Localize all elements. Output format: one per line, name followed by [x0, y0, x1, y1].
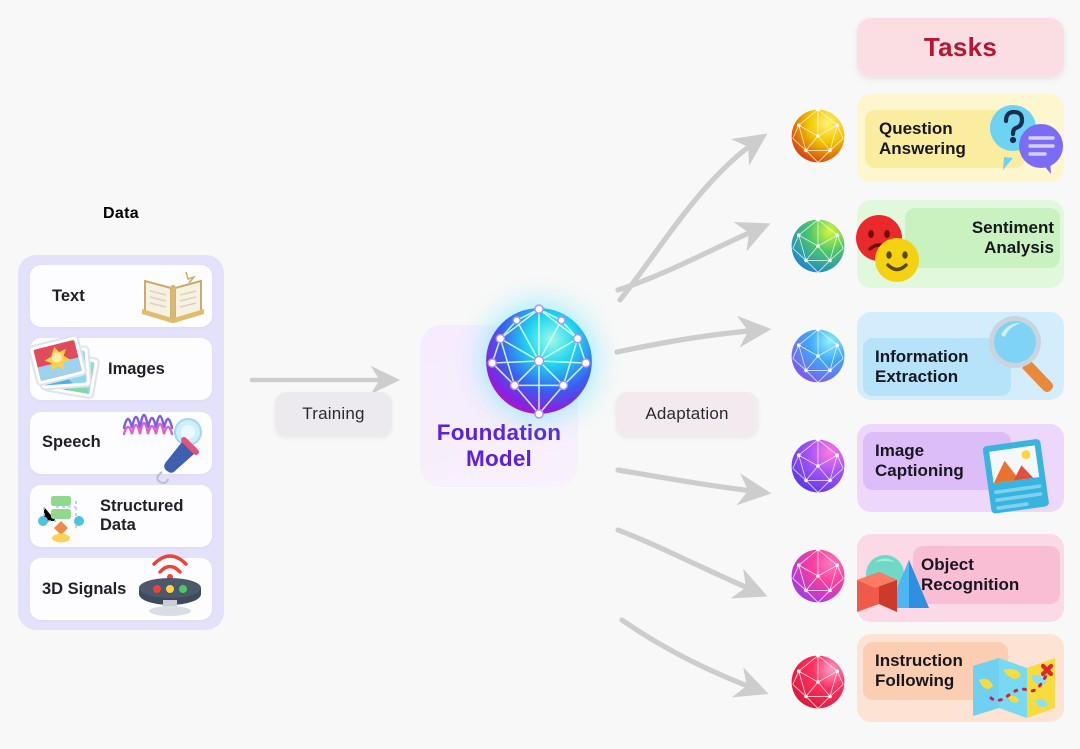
task-card-object-recognition[interactable]: Object Recognition — [857, 534, 1064, 622]
folded-map-icon — [969, 650, 1063, 731]
arrow-to-question-answering — [617, 133, 768, 303]
flowchart-icon — [36, 491, 88, 548]
sphere-icon-information-extraction — [791, 327, 845, 383]
task-label: Image Captioning — [875, 440, 964, 480]
foundation-model-label: Foundation Model — [436, 420, 562, 471]
emoji-faces-icon — [845, 208, 929, 293]
task-card-information-extraction[interactable]: Information Extraction — [857, 312, 1064, 400]
data-item-images[interactable]: Images — [28, 335, 212, 401]
data-item-label: 3D Signals — [42, 579, 127, 598]
adaptation-label-text: Adaptation — [645, 404, 729, 423]
sphere-icon-object-recognition — [791, 547, 845, 603]
arrow-to-object-recognition — [615, 527, 768, 599]
task-card-image-captioning[interactable]: Image Captioning — [857, 424, 1064, 514]
speech-bubbles-question-icon — [983, 100, 1067, 185]
diagram-canvas: Data Text Images Speech Structured Data … — [0, 0, 1080, 749]
tasks-section-header: Tasks — [857, 18, 1064, 76]
data-item-structured-data[interactable]: Structured Data — [30, 484, 212, 548]
sphere-icon-sentiment-analysis — [791, 217, 845, 273]
training-edge-label[interactable]: Training — [275, 392, 392, 436]
microphone-wave-icon — [120, 398, 212, 489]
photos-icon — [26, 332, 106, 413]
adaptation-edge-label[interactable]: Adaptation — [616, 392, 758, 436]
training-label-text: Training — [302, 404, 365, 423]
task-label: Question Answering — [879, 118, 966, 158]
arrow-to-image-captioning — [615, 467, 772, 506]
task-label: Instruction Following — [875, 650, 963, 690]
task-card-instruction-following[interactable]: Instruction Following — [857, 634, 1064, 722]
data-title: Data — [103, 205, 139, 222]
open-book-icon — [136, 257, 210, 336]
data-item-speech[interactable]: Speech — [30, 411, 212, 484]
arrow-to-information-extraction — [614, 315, 772, 355]
sphere-icon-question-answering — [791, 107, 845, 163]
data-items-panel: Text Images Speech Structured Data 3D Si… — [18, 255, 224, 630]
data-item-3d-signals[interactable]: 3D Signals — [30, 554, 212, 620]
task-card-sentiment-analysis[interactable]: Sentiment Analysis — [856, 200, 1064, 288]
cyan-violet-polygon-sphere-icon — [486, 304, 592, 419]
sphere-icon-image-captioning — [791, 437, 845, 493]
sphere-icon-instruction-following — [791, 653, 845, 709]
data-item-label: Text — [52, 286, 85, 305]
arrow-to-instruction-following — [619, 617, 769, 698]
tasks-title: Tasks — [923, 31, 998, 62]
data-item-text[interactable]: Text — [30, 265, 212, 327]
arrow-to-sentiment-analysis — [615, 222, 771, 293]
task-card-question-answering[interactable]: Question Answering — [857, 94, 1064, 182]
picture-document-icon — [975, 436, 1061, 523]
lidar-sensor-icon — [132, 550, 210, 627]
data-section-header: Data — [18, 188, 224, 240]
magnifying-glass-icon — [975, 302, 1067, 399]
3d-shapes-icon — [851, 550, 937, 629]
task-label: Information Extraction — [875, 346, 969, 386]
task-label: Sentiment Analysis — [971, 217, 1054, 257]
data-item-label: Speech — [42, 433, 101, 452]
data-item-label: Structured Data — [100, 497, 184, 534]
data-item-label: Images — [108, 360, 165, 379]
